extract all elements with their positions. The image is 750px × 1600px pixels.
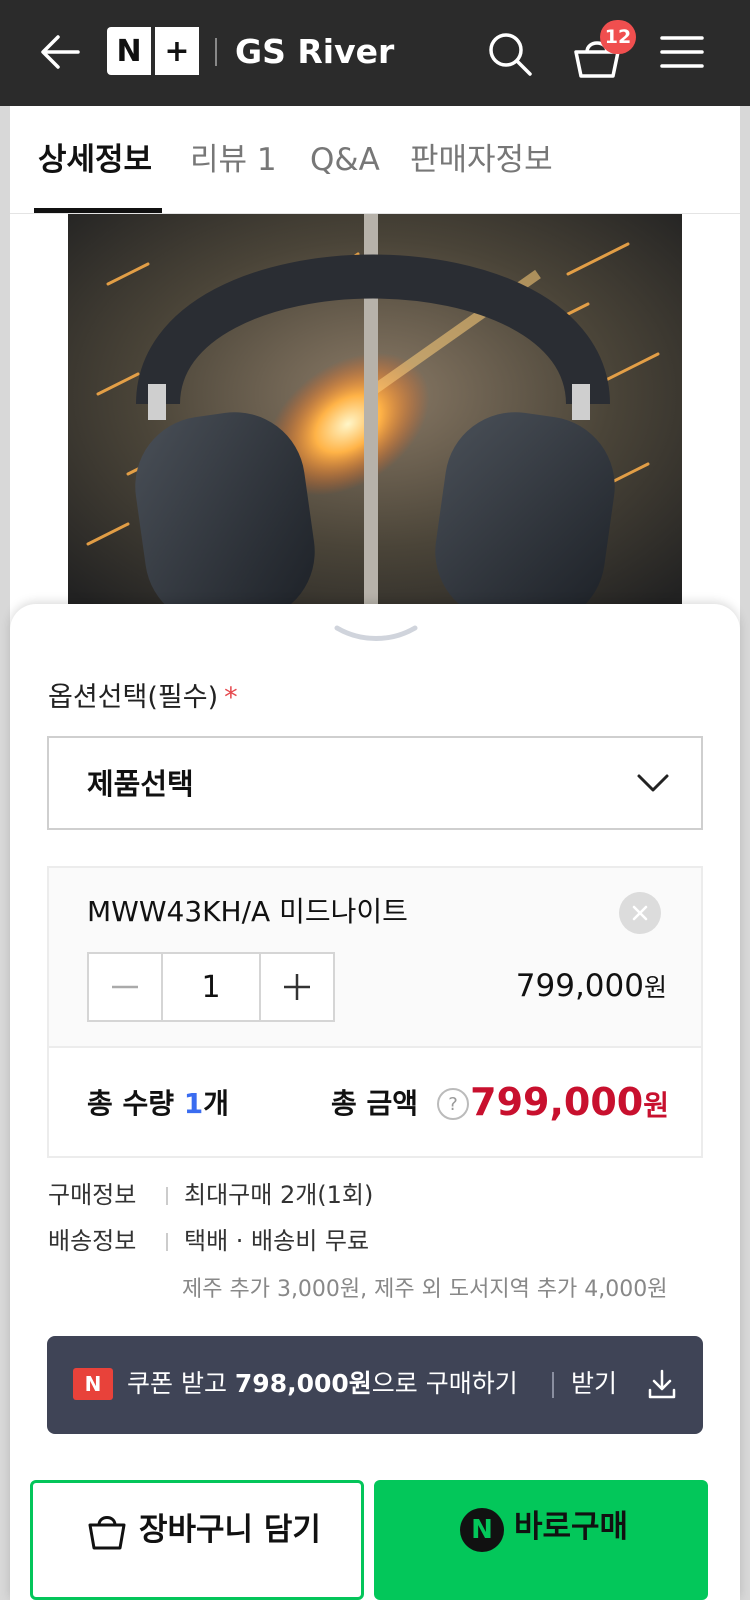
cart-count-badge: 12	[600, 20, 636, 54]
hamburger-menu-icon[interactable]	[660, 34, 704, 70]
total-qty-value: 1	[183, 1087, 204, 1120]
add-to-cart-label: 장바구니 담기	[139, 1512, 321, 1548]
item-price: 799,000원	[516, 964, 667, 1010]
item-price-currency: 원	[643, 973, 667, 1002]
purchase-info-row: 구매정보 최대구매 2개(1회)	[48, 1178, 373, 1212]
total-quantity: 총 수량 1개	[87, 1084, 229, 1124]
coupon-price: 798,000원	[234, 1369, 372, 1398]
tab-qna[interactable]: Q&A	[310, 140, 380, 180]
close-icon	[632, 905, 648, 921]
product-option-select[interactable]: 제품선택	[47, 736, 703, 830]
add-to-cart-button[interactable]: 장바구니 담기	[30, 1480, 364, 1600]
product-image-headphones	[68, 214, 682, 614]
naver-pay-icon: N	[460, 1508, 504, 1552]
top-bar: N + GS River 12	[0, 0, 750, 106]
selected-item-card: MWW43KH/A 미드나이트 1 799,000원	[47, 866, 703, 1046]
total-qty-label: 총 수량	[87, 1087, 175, 1120]
back-arrow-icon[interactable]	[38, 32, 82, 72]
purchase-info-label: 구매정보	[48, 1181, 137, 1209]
shipping-info-value: 택배 · 배송비 무료	[184, 1227, 370, 1255]
logo-plus: +	[155, 27, 199, 75]
total-amount-value: 799,000	[470, 1080, 644, 1124]
logo-n: N	[116, 33, 142, 69]
chevron-down-icon	[637, 774, 669, 792]
search-icon[interactable]	[486, 30, 534, 78]
sheet-collapse-handle-icon[interactable]	[331, 622, 421, 646]
coupon-text: 쿠폰 받고 798,000원으로 구매하기	[127, 1364, 518, 1404]
store-name[interactable]: GS River	[235, 30, 394, 74]
increase-quantity-button[interactable]	[261, 954, 333, 1020]
naver-coupon-badge: N	[73, 1368, 113, 1400]
decrease-quantity-button[interactable]	[89, 954, 161, 1020]
naver-plus-logo[interactable]: N +	[107, 27, 199, 75]
total-amount-label: 총 금액	[331, 1087, 419, 1120]
shipping-info-label: 배송정보	[48, 1227, 137, 1255]
download-icon[interactable]	[647, 1368, 677, 1400]
tab-seller-info[interactable]: 판매자정보	[410, 140, 553, 180]
shipping-info-row: 배송정보 택배 · 배송비 무료	[48, 1224, 369, 1258]
option-label: 옵션선택(필수) *	[48, 680, 238, 716]
required-mark: *	[224, 682, 238, 713]
minus-icon	[112, 985, 138, 989]
remove-item-button[interactable]	[619, 892, 661, 934]
active-tab-indicator	[34, 208, 162, 213]
purchase-sheet: 옵션선택(필수) * 제품선택 MWW43KH/A 미드나이트 1 799,000…	[10, 604, 740, 1600]
total-amount: 799,000원	[470, 1074, 669, 1134]
coupon-text-pre: 쿠폰 받고	[127, 1369, 235, 1398]
page-edge-left	[0, 106, 10, 1600]
coupon-receive-label[interactable]: 받기	[571, 1364, 617, 1404]
quantity-stepper: 1	[87, 952, 335, 1022]
shipping-extra-note: 제주 추가 3,000원, 제주 외 도서지역 추가 4,000원	[182, 1277, 668, 1302]
coupon-text-post: 으로 구매하기	[371, 1369, 518, 1398]
buy-now-button[interactable]: N 바로구매	[374, 1480, 708, 1600]
quantity-value[interactable]: 1	[161, 954, 261, 1020]
page-edge-right	[740, 106, 750, 1600]
shopping-bag-icon	[88, 1516, 126, 1550]
total-qty-unit: 개	[203, 1087, 230, 1120]
item-price-value: 799,000	[515, 968, 644, 1004]
total-summary: 총 수량 1개 총 금액 ? 799,000원	[47, 1046, 703, 1158]
selected-item-name: MWW43KH/A 미드나이트	[87, 895, 408, 928]
buy-now-label: 바로구매	[514, 1509, 629, 1545]
tab-reviews[interactable]: 리뷰 1	[190, 140, 277, 180]
purchase-info-value: 최대구매 2개(1회)	[184, 1181, 374, 1209]
help-icon[interactable]: ?	[437, 1088, 469, 1120]
plus-icon	[284, 974, 310, 1000]
select-value: 제품선택	[87, 767, 194, 801]
coupon-banner[interactable]: N 쿠폰 받고 798,000원으로 구매하기 받기	[47, 1336, 703, 1434]
product-tabs: 상세정보 리뷰 1 Q&A 판매자정보	[10, 106, 740, 214]
total-amount-currency: 원	[643, 1089, 669, 1122]
tab-detail[interactable]: 상세정보	[38, 140, 152, 180]
header-divider	[215, 38, 217, 66]
option-label-text: 옵션선택(필수)	[48, 682, 219, 713]
